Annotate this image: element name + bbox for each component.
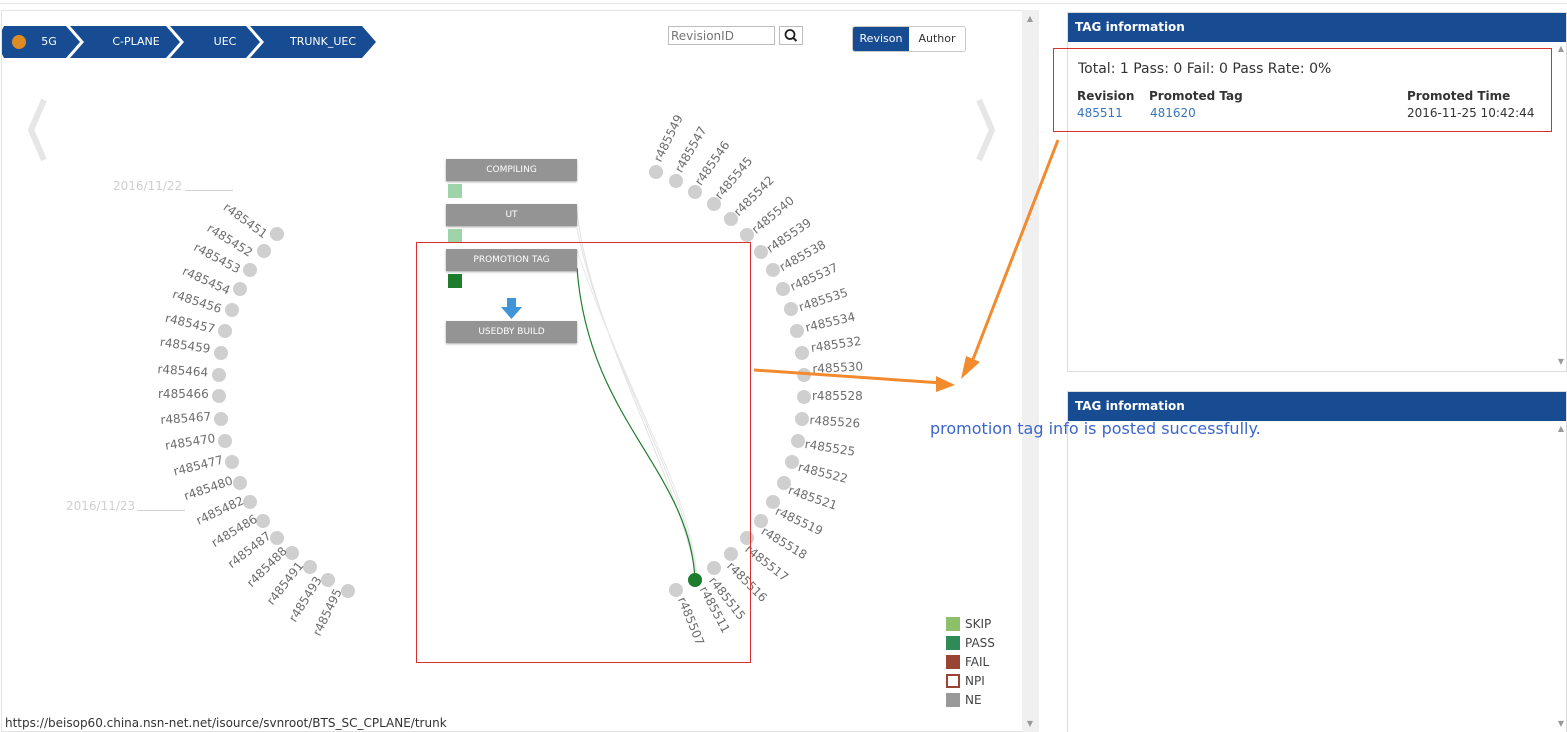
stage-compiling[interactable]: COMPILING xyxy=(446,159,577,181)
column-header-promoted-tag: Promoted Tag xyxy=(1149,89,1243,103)
highlight-box xyxy=(416,242,751,663)
revision-link[interactable]: 485511 xyxy=(1077,106,1123,120)
annotation-text: promotion tag info is posted successfull… xyxy=(930,419,1261,438)
tag-summary: Total: 1 Pass: 0 Fail: 0 Pass Rate: 0% xyxy=(1078,61,1332,77)
scroll-down-icon[interactable]: ▼ xyxy=(1555,357,1567,367)
panel-title: TAG information xyxy=(1068,392,1566,421)
promoted-tag-link[interactable]: 481620 xyxy=(1150,106,1196,120)
panel-title: TAG information xyxy=(1068,13,1566,42)
stage-ut[interactable]: UT xyxy=(446,204,577,226)
status-url: https://beisop60.china.nsn-net.net/isour… xyxy=(5,716,447,730)
annotation-arrows xyxy=(753,139,1060,392)
promoted-time: 2016-11-25 10:42:44 xyxy=(1407,106,1535,120)
stage-status-skip xyxy=(448,229,462,243)
stage-status-skip xyxy=(448,184,462,198)
scroll-down-icon[interactable]: ▼ xyxy=(1555,719,1567,729)
column-header-promoted-time: Promoted Time xyxy=(1407,89,1511,103)
scroll-up-icon[interactable]: ▲ xyxy=(1555,44,1567,54)
tag-info-panel-bottom: TAG information xyxy=(1067,391,1567,732)
scroll-up-icon[interactable]: ▲ xyxy=(1555,424,1567,434)
column-header-revision: Revision xyxy=(1077,89,1135,103)
